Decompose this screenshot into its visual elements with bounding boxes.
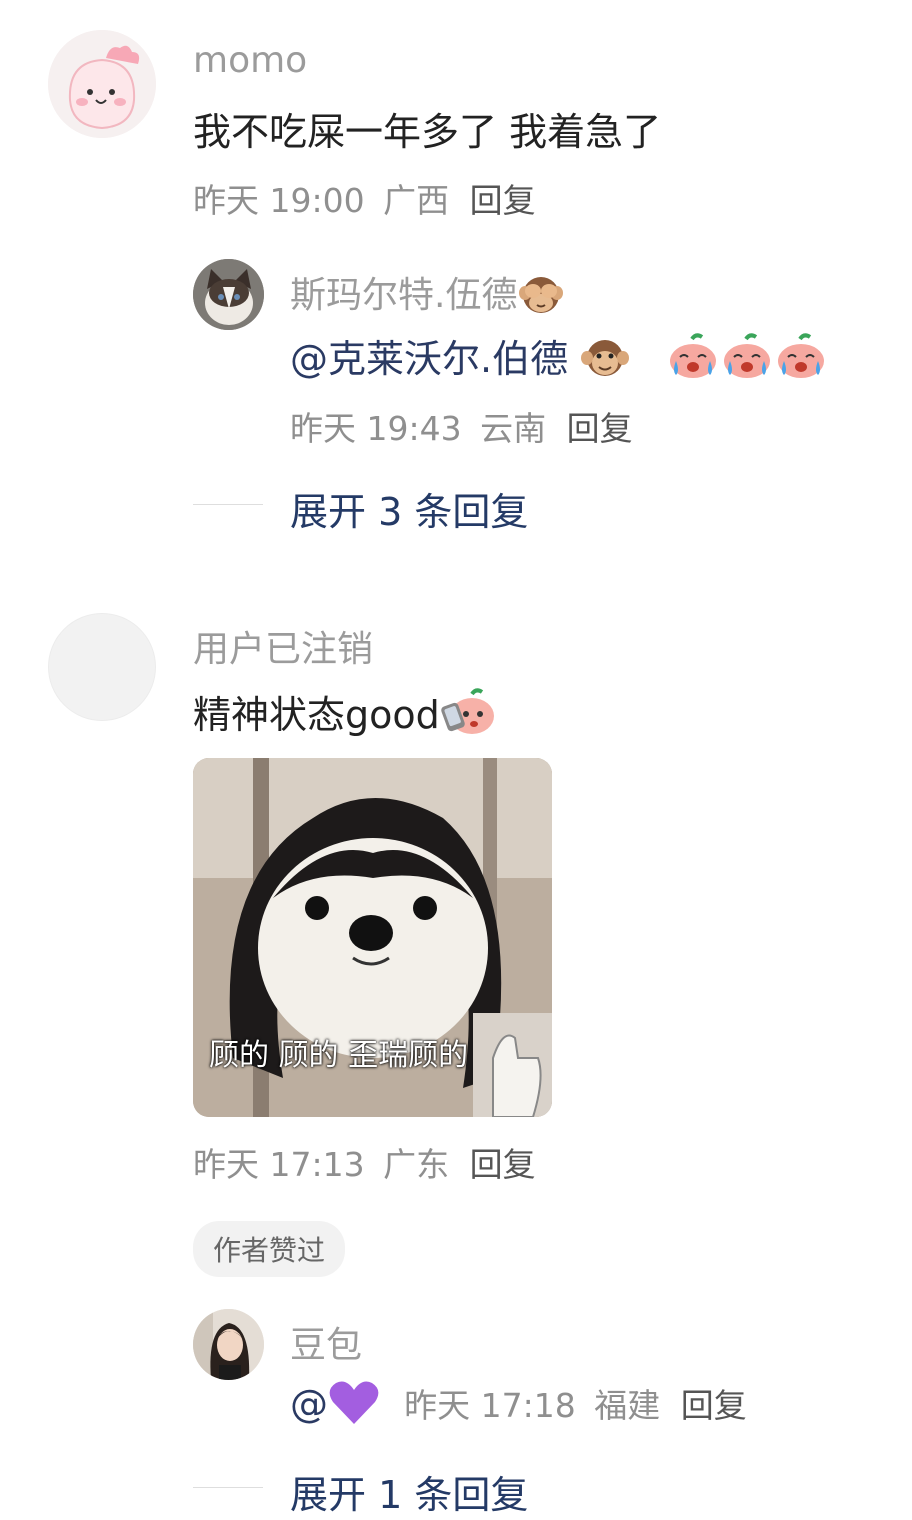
divider <box>193 1487 263 1488</box>
crying-peach-icon <box>774 333 828 390</box>
reply-button[interactable]: 回复 <box>470 181 536 220</box>
comment-image[interactable]: 顾的 顾的 歪瑞顾的 <box>193 758 552 1117</box>
peach-with-phone-icon <box>440 688 496 747</box>
crying-peach-icon <box>720 333 774 390</box>
monkey-face-icon <box>580 334 630 389</box>
reply-text: @克莱沃尔.伯德 <box>290 328 828 390</box>
divider <box>193 504 263 505</box>
expand-replies-button[interactable]: 展开 3 条回复 <box>290 481 528 536</box>
see-no-evil-monkey-icon <box>517 271 565 324</box>
comment-text: 精神状态good <box>193 684 496 747</box>
cat-icon <box>193 259 264 330</box>
pink-creature-icon <box>48 30 156 138</box>
reply-username[interactable]: 豆包 <box>290 1316 362 1368</box>
comment-text: 我不吃屎一年多了 我着急了 <box>193 110 662 154</box>
image-caption: 顾的 顾的 歪瑞顾的 <box>209 1038 469 1073</box>
reply-button[interactable]: 回复 <box>470 1145 536 1184</box>
location: 广东 <box>383 1145 450 1184</box>
timestamp: 昨天 19:00 <box>193 181 365 220</box>
location: 福建 <box>594 1386 661 1425</box>
location: 云南 <box>480 409 547 448</box>
mention-link[interactable]: @克莱沃尔.伯德 <box>290 337 568 381</box>
avatar[interactable] <box>193 1309 264 1380</box>
purple-heart-icon <box>328 1378 380 1435</box>
location: 广西 <box>383 181 450 220</box>
username[interactable]: momo <box>193 40 307 81</box>
timestamp: 昨天 19:43 <box>290 409 462 448</box>
expand-replies-button[interactable]: 展开 1 条回复 <box>290 1464 528 1519</box>
reply-button[interactable]: 回复 <box>567 409 633 448</box>
comment-meta: 昨天 17:13 广东 回复 <box>193 1138 536 1186</box>
crying-peach-icon <box>666 333 720 390</box>
avatar[interactable] <box>193 259 264 330</box>
username[interactable]: 用户已注销 <box>193 620 373 672</box>
reply-text: @ 昨天 17:18 福建 回复 <box>290 1378 747 1435</box>
timestamp: 昨天 17:18 <box>404 1386 576 1425</box>
reply-meta: 昨天 17:18 福建 回复 <box>404 1386 747 1425</box>
author-liked-badge: 作者赞过 <box>193 1221 346 1277</box>
avatar[interactable] <box>48 613 156 721</box>
avatar[interactable] <box>48 30 156 138</box>
reply-username[interactable]: 斯玛尔特.伍德 <box>290 266 565 324</box>
comment-meta: 昨天 19:00 广西 回复 <box>193 174 536 222</box>
timestamp: 昨天 17:13 <box>193 1145 365 1184</box>
girl-photo-icon <box>193 1309 264 1380</box>
reply-button[interactable]: 回复 <box>681 1386 747 1425</box>
mention-link[interactable]: @ <box>290 1382 328 1426</box>
reply-meta: 昨天 19:43 云南 回复 <box>290 402 633 450</box>
